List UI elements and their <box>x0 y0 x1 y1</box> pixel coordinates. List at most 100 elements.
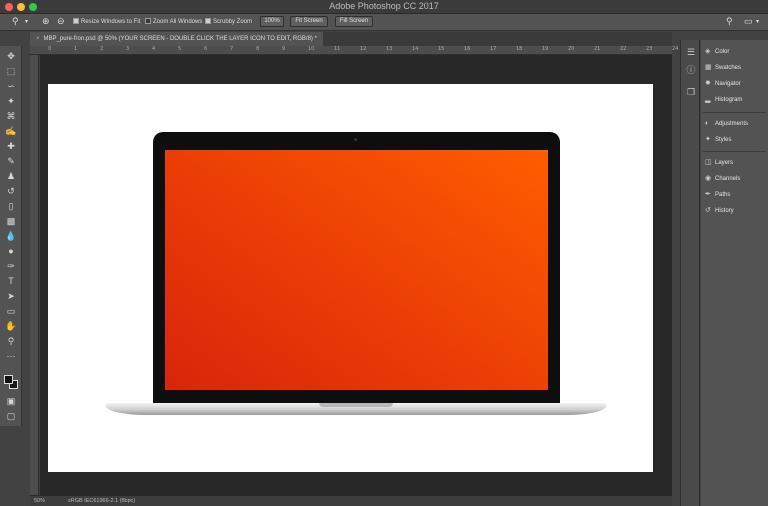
quick-mask-icon[interactable]: ▣ <box>4 395 18 408</box>
ruler-tick-label: 11 <box>334 46 341 52</box>
zoom-100-button[interactable]: 100% <box>260 16 284 27</box>
path-selection-tool-icon[interactable]: ➤ <box>4 290 18 303</box>
panel-history[interactable]: ↺ History <box>705 204 765 218</box>
gradient-tool-icon[interactable]: ▩ <box>4 215 18 228</box>
panel-paths[interactable]: ✒ Paths <box>705 188 765 202</box>
zoom-in-icon[interactable]: ⊕ <box>42 16 50 27</box>
macbook-opening-notch <box>319 403 393 407</box>
ruler-tick-label: 22 <box>620 46 627 52</box>
zoom-tool-icon[interactable]: ⚲ <box>12 16 19 27</box>
styles-icon: ✦ <box>705 136 711 143</box>
eraser-tool-icon[interactable]: ▯ <box>4 200 18 213</box>
canvas-area[interactable] <box>40 55 672 495</box>
history-brush-tool-icon[interactable]: ↺ <box>4 185 18 198</box>
ruler-tick-label: 6 <box>204 46 208 52</box>
panel-navigator[interactable]: ✸ Navigator <box>705 77 765 91</box>
more-tools-icon[interactable]: ⋯ <box>4 350 18 363</box>
ruler-tick-label: 10 <box>308 46 315 52</box>
panel-adjustments[interactable]: ◐ Adjustments <box>705 117 765 131</box>
panel-styles-label: Styles <box>715 137 732 143</box>
ruler-tick-label: 8 <box>256 46 260 52</box>
clone-stamp-tool-icon[interactable]: ♟ <box>4 170 18 183</box>
panel-separator <box>703 112 766 113</box>
ruler-tick-label: 18 <box>516 46 523 52</box>
panel-adjustments-label: Adjustments <box>715 121 749 127</box>
marquee-tool-icon[interactable]: ⬚ <box>4 65 18 78</box>
workspace-icon[interactable]: ▭ <box>744 16 753 27</box>
dodge-tool-icon[interactable]: ● <box>4 245 18 258</box>
zoom-all-windows-label: Zoom All Windows <box>153 19 203 25</box>
panel-swatches[interactable]: ▦ Swatches <box>705 61 765 75</box>
type-tool-icon[interactable]: T <box>4 275 18 288</box>
vertical-ruler[interactable] <box>30 55 39 495</box>
ruler-tick-label: 2 <box>100 46 104 52</box>
panel-layers[interactable]: ◫ Layers <box>705 156 765 170</box>
document-tab[interactable]: × MBP_pure-fron.psd @ 50% (YOUR SCREEN - … <box>30 32 323 46</box>
libraries-icon[interactable]: ❐ <box>685 86 697 98</box>
tools-panel: ✥ ⬚ ∽ ✦ ⌘ ✍ ✚ ✎ ♟ ↺ ▯ ▩ 💧 ● ✑ T ➤ ▭ ✋ ⚲ … <box>0 46 22 426</box>
ruler-tick-label: 7 <box>230 46 234 52</box>
tool-preset-chevron-down-icon[interactable]: ▾ <box>25 18 28 25</box>
rectangle-tool-icon[interactable]: ▭ <box>4 305 18 318</box>
search-icon[interactable]: ⚲ <box>726 16 733 27</box>
title-bar: Adobe Photoshop CC 2017 <box>0 0 768 14</box>
horizontal-ruler[interactable]: 0 1 2 3 4 5 6 7 8 9 10 11 12 13 14 15 16 17 18 19 20 21 22 23 24 <box>30 46 678 55</box>
document-canvas[interactable] <box>48 84 653 472</box>
eyedropper-tool-icon[interactable]: ✍ <box>4 125 18 138</box>
panel-styles[interactable]: ✦ Styles <box>705 133 765 147</box>
ruler-tick-label: 9 <box>282 46 286 52</box>
quick-selection-tool-icon[interactable]: ✦ <box>4 95 18 108</box>
resize-windows-label: Resize Windows to Fit <box>81 19 141 25</box>
move-tool-icon[interactable]: ✥ <box>4 50 18 63</box>
ruler-tick-label: 3 <box>126 46 130 52</box>
zoom-tool-icon[interactable]: ⚲ <box>4 335 18 348</box>
blur-tool-icon[interactable]: 💧 <box>4 230 18 243</box>
panel-navigator-label: Navigator <box>715 81 741 87</box>
fit-screen-button[interactable]: Fit Screen <box>290 16 328 27</box>
options-bar: ⚲ ▾ ⊕ ⊖ Resize Windows to Fit Zoom All W… <box>0 14 768 31</box>
zoom-out-icon[interactable]: ⊖ <box>57 16 65 27</box>
panel-color-label: Color <box>715 49 730 55</box>
zoom-all-windows-checkbox[interactable] <box>145 18 151 25</box>
pen-tool-icon[interactable]: ✑ <box>4 260 18 273</box>
ruler-tick-label: 0 <box>48 46 52 52</box>
color-profile[interactable]: sRGB IEC61966-2.1 (8bpc) <box>68 496 135 506</box>
scrubby-zoom-checkbox[interactable] <box>205 18 211 25</box>
scrubby-zoom-option[interactable]: Scrubby Zoom <box>205 17 252 27</box>
brush-tool-icon[interactable]: ✎ <box>4 155 18 168</box>
ruler-tick-label: 17 <box>490 46 497 52</box>
screen-mode-icon[interactable]: ▢ <box>4 410 18 423</box>
hand-tool-icon[interactable]: ✋ <box>4 320 18 333</box>
collapsed-panel-strip: ☰ ⓘ ❐ <box>680 40 700 506</box>
close-tab-icon[interactable]: × <box>36 36 40 42</box>
properties-icon[interactable]: ☰ <box>685 46 697 58</box>
camera-dot <box>354 138 357 141</box>
zoom-level[interactable]: 50% <box>34 496 45 506</box>
macbook-base <box>106 403 606 415</box>
panel-histogram[interactable]: ▂ Histogram <box>705 93 765 107</box>
ruler-tick-label: 14 <box>412 46 419 52</box>
healing-brush-tool-icon[interactable]: ✚ <box>4 140 18 153</box>
ruler-tick-label: 16 <box>464 46 471 52</box>
resize-windows-option[interactable]: Resize Windows to Fit <box>73 17 140 27</box>
crop-tool-icon[interactable]: ⌘ <box>4 110 18 123</box>
resize-windows-checkbox[interactable] <box>73 18 79 25</box>
histogram-icon: ▂ <box>705 96 711 103</box>
ruler-tick-label: 19 <box>542 46 549 52</box>
swatches-icon: ▦ <box>705 64 712 71</box>
panel-histogram-label: Histogram <box>715 97 743 103</box>
lasso-tool-icon[interactable]: ∽ <box>4 80 18 93</box>
color-icon: ◈ <box>705 48 711 55</box>
fill-screen-button[interactable]: Fill Screen <box>335 16 373 27</box>
panel-channels[interactable]: ◉ Channels <box>705 172 765 186</box>
panel-color[interactable]: ◈ Color <box>705 45 765 59</box>
panel-layers-label: Layers <box>715 160 734 166</box>
info-icon[interactable]: ⓘ <box>685 64 697 76</box>
ruler-tick-label: 15 <box>438 46 445 52</box>
document-tab-bar: × MBP_pure-fron.psd @ 50% (YOUR SCREEN - … <box>30 32 672 46</box>
foreground-color-swatch[interactable] <box>4 375 13 384</box>
zoom-all-windows-option[interactable]: Zoom All Windows <box>145 17 202 27</box>
screen-placeholder-layer[interactable] <box>165 150 548 390</box>
workspace-chevron-down-icon[interactable]: ▾ <box>756 18 759 25</box>
panel-swatches-label: Swatches <box>715 65 742 71</box>
